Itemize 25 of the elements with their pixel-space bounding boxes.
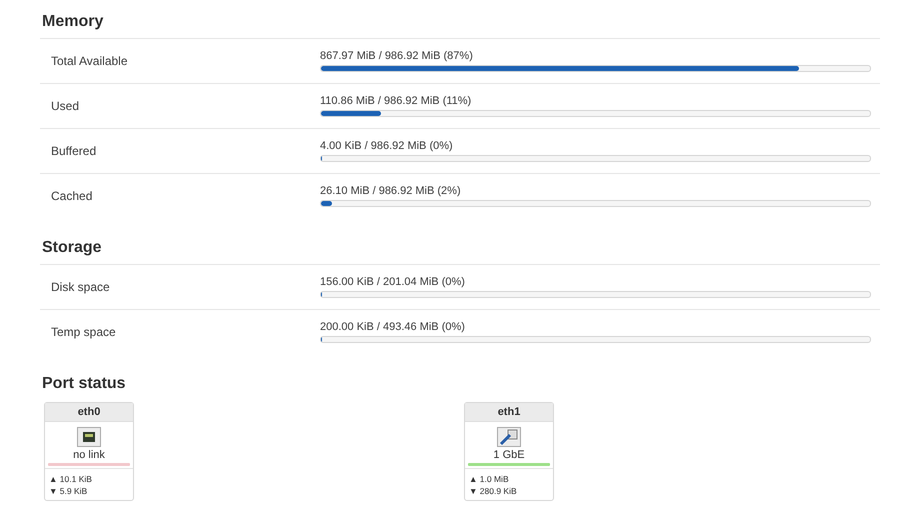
tx-traffic: ▲ 1.0 MiB — [469, 473, 510, 485]
usage-reading: 110.86 MiB / 986.92 MiB (11%) — [320, 95, 472, 108]
rx-traffic: ▼ 280.9 KiB — [469, 485, 518, 497]
usage-reading: 156.00 KiB / 201.04 MiB (0%) — [320, 276, 466, 289]
row-label: Total Available — [50, 54, 128, 68]
usage-reading: 867.97 MiB / 986.92 MiB (87%) — [320, 50, 474, 63]
row-label: Disk space — [50, 280, 111, 294]
usage-reading: 26.10 MiB / 986.92 MiB (2%) — [320, 185, 462, 198]
link-speed: no link — [73, 449, 105, 461]
section-heading: Memory — [41, 12, 104, 32]
ethernet-cable-icon — [497, 427, 521, 447]
ethernet-port-icon — [77, 427, 101, 447]
port-name: eth1 — [465, 403, 553, 422]
row-label: Cached — [50, 189, 94, 203]
usage-reading: 200.00 KiB / 493.46 MiB (0%) — [320, 321, 466, 334]
rx-traffic: ▼ 5.9 KiB — [49, 485, 88, 497]
link-speed: 1 GbE — [493, 449, 525, 461]
row-label: Buffered — [50, 144, 98, 158]
tx-traffic: ▲ 10.1 KiB — [49, 473, 93, 485]
usage-reading: 4.00 KiB / 986.92 MiB (0%) — [320, 140, 454, 153]
port-name: eth0 — [45, 403, 133, 422]
row-label: Used — [50, 99, 80, 113]
row-label: Temp space — [50, 325, 117, 339]
section-heading: Port status — [41, 374, 127, 394]
section-heading: Storage — [41, 238, 103, 258]
